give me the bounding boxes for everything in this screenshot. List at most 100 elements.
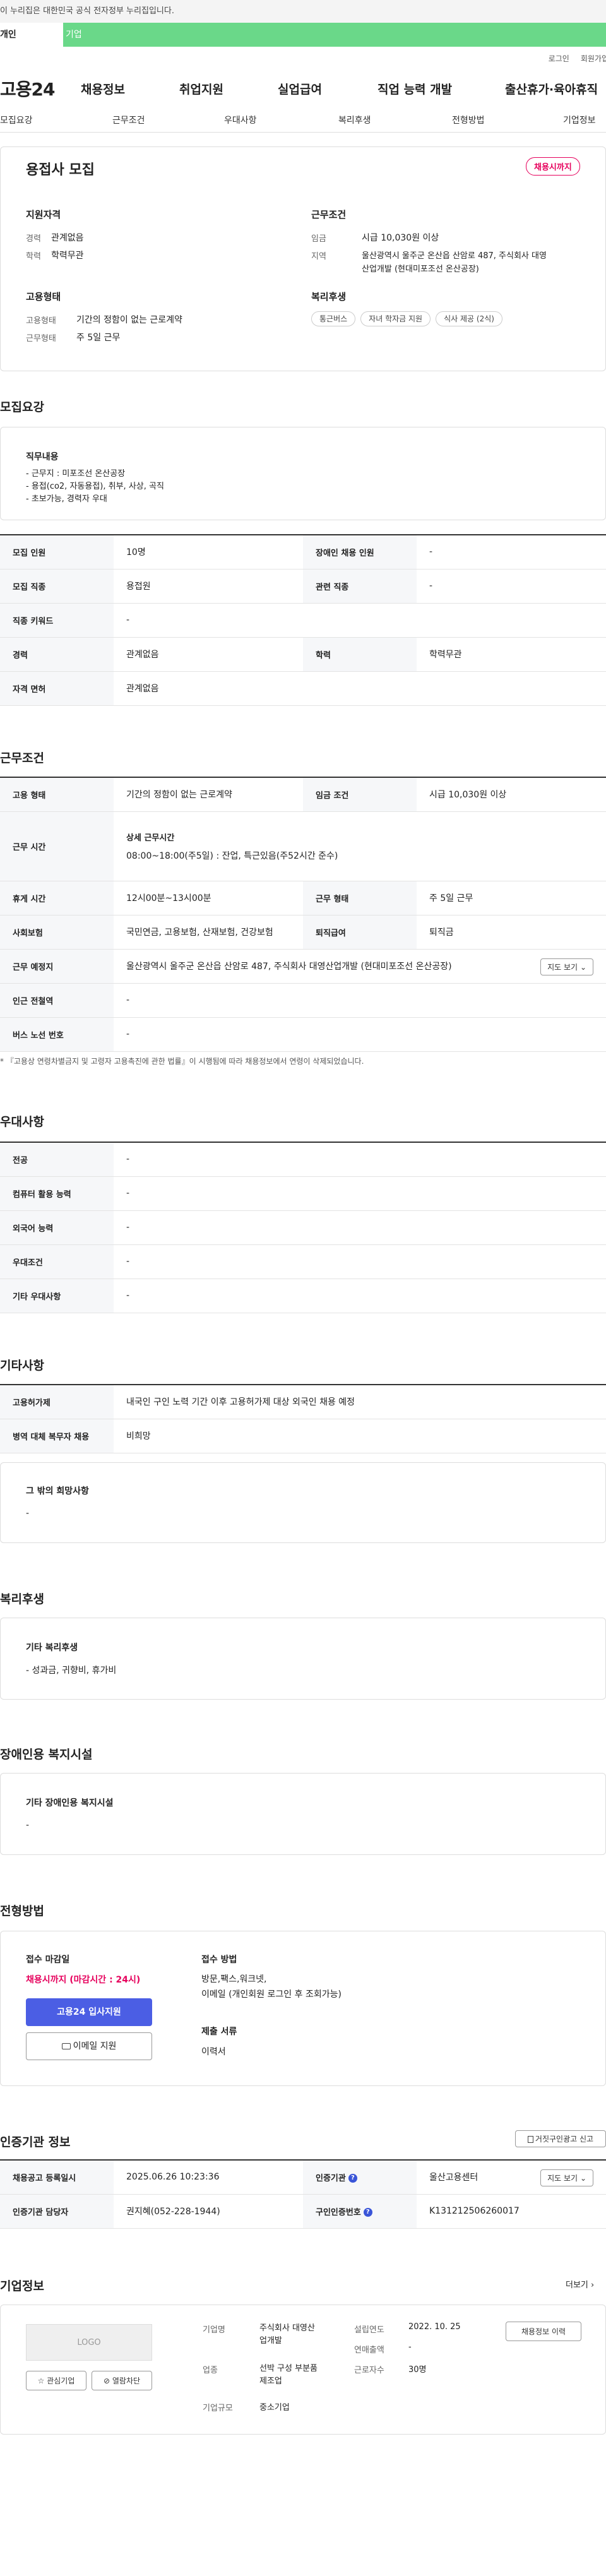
company-more-link[interactable]: 더보기 › [566, 2278, 594, 2290]
table-row: 경력 관계없음 학력 학력무관 [0, 637, 606, 672]
recruit-table: 모집 인원 10명 장애인 채용 인원 - 모집 직종 용접원 관련 직종 - … [0, 534, 606, 706]
job-summary-card: 용접사 모집 채용시까지 지원자격 경력 관계없음 학력 학력무관 근무조건 임… [0, 146, 606, 371]
table-cell: 비희망 [114, 1419, 606, 1453]
signup-link[interactable]: 회원가입 [581, 53, 606, 64]
login-link[interactable]: 로그인 [549, 53, 569, 64]
area-value: 울산광역시 울주군 온산읍 산암로 487, 주식회사 대영 산업개발 (현대미… [362, 249, 547, 274]
welfare-chip: 자녀 학자금 지원 [360, 311, 431, 326]
qualification-title: 지원자격 [26, 209, 61, 220]
gnb-item-unemployment[interactable]: 실업급여 [278, 80, 322, 97]
section-nav-prefer[interactable]: 우대사항 [224, 114, 257, 126]
apply-button[interactable]: 고용24 입사지원 [26, 1998, 152, 2026]
disabled-card: 기타 장애인용 복지시설 - [0, 1773, 606, 1855]
duty-title: 직무내용 [26, 452, 59, 462]
hope-value: - [26, 1508, 30, 1518]
founded-value: 2022. 10. 25 [408, 2322, 461, 2332]
map-view-label: 지도 보기 [547, 962, 578, 972]
education-value: 학력무관 [51, 251, 84, 261]
gnb-item-jobs[interactable]: 채용정보 [81, 80, 125, 97]
site-logo[interactable]: 고용24 [0, 76, 74, 101]
section-nav-welfare[interactable]: 복리후생 [338, 114, 371, 126]
agency-table: 채용공고 등록일시 2025.06.26 10:23:36 인증기관? 울산고용… [0, 2159, 606, 2229]
table-row: 기타 우대사항 - [0, 1279, 606, 1313]
sales-value: - [408, 2342, 412, 2352]
table-header: 인증기관? [303, 2160, 417, 2195]
job-history-button[interactable]: 채용정보 이력 [506, 2322, 581, 2341]
block-view-button[interactable]: ⊘ 열람차단 [92, 2371, 152, 2390]
founded-label: 설립연도 [354, 2325, 384, 2335]
table-cell: 2025.06.26 10:23:36 [114, 2160, 303, 2195]
chevron-down-icon: ⌄ [579, 962, 586, 972]
utility-menu: 로그인 회원가입 [0, 47, 606, 69]
section-nav-selection[interactable]: 전형방법 [452, 114, 485, 126]
company-name-line: 업개발 [259, 2336, 282, 2346]
section-title-disabled: 장애인용 복지시설 [0, 1748, 93, 1762]
emptype-label: 고용형태 [26, 316, 56, 326]
gov-notice-text: 이 누리집은 대한민국 공식 전자정부 누리집입니다. [0, 6, 174, 16]
sales-label: 연매출액 [354, 2346, 384, 2355]
table-cell: 울산광역시 울주군 온산읍 산암로 487, 주식회사 대영산업개발 (현대미포… [114, 949, 606, 984]
gnb-item-employment-support[interactable]: 취업지원 [179, 80, 223, 97]
info-icon[interactable]: ? [363, 2208, 372, 2217]
favorite-company-button[interactable]: ☆ 관심기업 [26, 2371, 86, 2390]
duty-card: 직무내용 - 근무지 : 미포조선 온산공장 - 용접(co2, 자동용접), … [0, 427, 606, 520]
tab-personal[interactable]: 개인 [0, 23, 63, 47]
selection-card: 접수 마감일 채용시까지 (마감시간 : 24시) 고용24 입사지원 이메일 … [0, 1931, 606, 2086]
duty-line: - 근무지 : 미포조선 온산공장 [26, 469, 126, 479]
table-row: 인근 전철역 - [0, 983, 606, 1018]
table-header: 근무 형태 [303, 881, 417, 915]
table-header: 학력 [303, 637, 417, 672]
industry-line: 선박 구성 부분품 [259, 2364, 318, 2373]
welfare-sub-title: 기타 복리후생 [26, 1643, 78, 1653]
table-row: 직종 키워드 - [0, 603, 606, 638]
gnb-item-leave[interactable]: 출산휴가·육아휴직 [505, 80, 598, 97]
table-row: 병역 대체 복무자 채용 비희망 [0, 1419, 606, 1453]
map-view-button[interactable]: 지도 보기 ⌄ [540, 958, 593, 975]
table-cell: - [114, 1279, 606, 1313]
industry-value: 선박 구성 부분품 제조업 [259, 2363, 318, 2388]
work-time-value: 08:00~18:00(주5일) : 잔업, 특근있음(주52시간 준수) [126, 850, 338, 861]
tab-business[interactable]: 기업 [63, 23, 126, 47]
gov-notice-bar: 이 누리집은 대한민국 공식 전자정부 누리집입니다. [0, 0, 606, 23]
table-row: 근무 시간 상세 근무시간 08:00~18:00(주5일) : 잔업, 특근있… [0, 811, 606, 881]
table-row: 채용공고 등록일시 2025.06.26 10:23:36 인증기관? 울산고용… [0, 2160, 606, 2195]
table-header: 고용허가제 [0, 1385, 114, 1419]
welfare-card: 기타 복리후생 - 성과금, 귀향비, 휴가비 [0, 1618, 606, 1700]
gnb-item-training[interactable]: 직업 능력 개발 [377, 80, 452, 97]
table-header: 직종 키워드 [0, 603, 114, 638]
table-row: 인증기관 담당자 권지혜(052-228-1944) 구인인증번호? K1312… [0, 2194, 606, 2229]
table-header: 사회보험 [0, 915, 114, 950]
method-value: 방문,팩스,워크넷, 이메일 (개인회원 로그인 후 조회가능) [201, 1972, 342, 2002]
condition-title: 근무조건 [311, 209, 347, 220]
section-title-selection: 전형방법 [0, 1904, 44, 1918]
info-icon[interactable]: ? [348, 2174, 357, 2183]
welfare-chip: 통근버스 [311, 311, 356, 326]
email-apply-label: 이메일 지원 [73, 2041, 117, 2051]
section-nav-company[interactable]: 기업정보 [563, 114, 596, 126]
table-header: 컴퓨터 활용 능력 [0, 1176, 114, 1211]
section-nav-work[interactable]: 근무조건 [112, 114, 145, 126]
agency-map-button[interactable]: 지도 보기 ⌄ [540, 2169, 593, 2186]
table-cell: 학력무관 [417, 637, 606, 672]
table-header: 퇴직급여 [303, 915, 417, 950]
mail-icon [61, 2043, 71, 2049]
table-header: 병역 대체 복무자 채용 [0, 1419, 114, 1453]
table-header: 채용공고 등록일시 [0, 2160, 114, 2195]
section-title-work: 근무조건 [0, 751, 44, 765]
deadline-badge: 채용시까지 [526, 157, 580, 176]
employees-label: 근로자수 [354, 2366, 384, 2375]
welfare-chips: 통근버스 자녀 학자금 지원 식사 제공 (2식) [311, 311, 508, 326]
company-name-label: 기업명 [203, 2325, 225, 2335]
table-cell: 퇴직금 [417, 915, 606, 950]
report-fake-ad-button[interactable]: 거짓구인광고 신고 [515, 2130, 606, 2147]
etc-table: 고용허가제 내국인 구인 노력 기간 이후 고용허가제 대상 외국인 채용 예정 … [0, 1384, 606, 1453]
duty-line: - 용접(co2, 자동용접), 취부, 사상, 곡직 [26, 482, 164, 491]
email-apply-button[interactable]: 이메일 지원 [26, 2032, 152, 2060]
table-header: 관련 직종 [303, 569, 417, 604]
table-cell: - [114, 1210, 606, 1245]
section-nav-recruit[interactable]: 모집요강 [0, 114, 33, 126]
hope-title: 그 밖의 희망사항 [26, 1486, 89, 1496]
table-header: 우대조건 [0, 1244, 114, 1279]
deadline-value: 채용시까지 (마감시간 : 24시) [26, 1975, 141, 1985]
worktype-value: 주 5일 근무 [76, 333, 121, 343]
